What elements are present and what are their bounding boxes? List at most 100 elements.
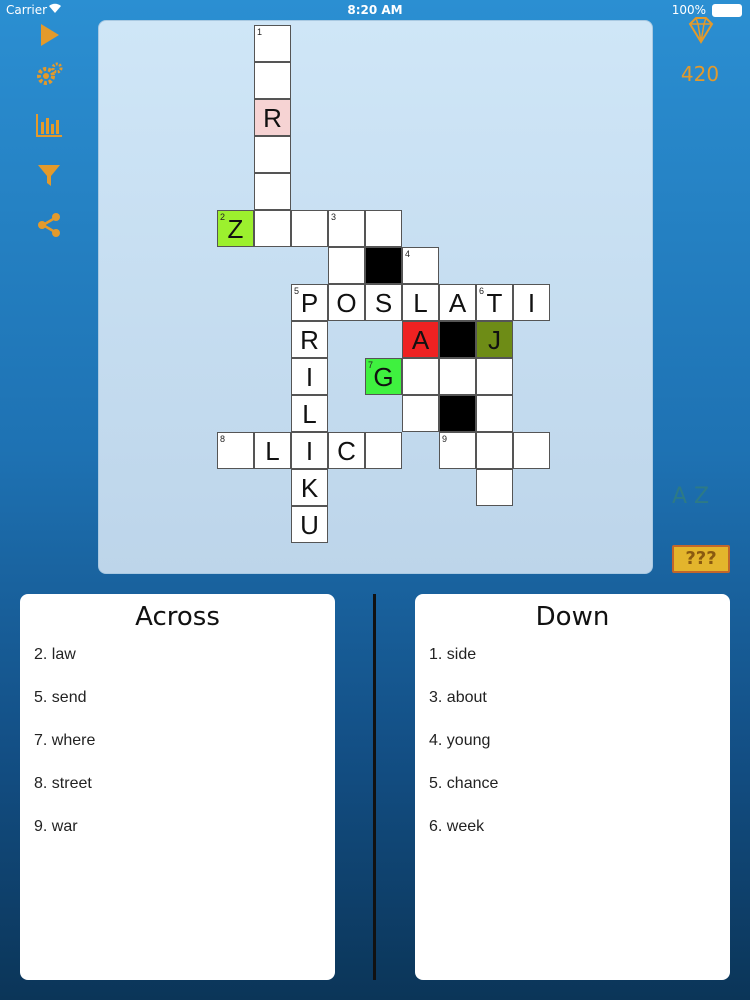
grid-cell[interactable]: S — [365, 284, 402, 321]
grid-cell[interactable] — [254, 210, 291, 247]
grid-cell[interactable]: 8 — [217, 432, 254, 469]
grid-cell[interactable]: L — [291, 395, 328, 432]
grid-cell[interactable]: A — [402, 321, 439, 358]
grid-cell[interactable]: J — [476, 321, 513, 358]
grid-cell[interactable]: R — [291, 321, 328, 358]
cell-letter: O — [336, 288, 357, 318]
down-clue[interactable]: 4. young — [429, 732, 730, 775]
diamond-icon — [684, 14, 718, 48]
cell-letter: Z — [227, 214, 244, 244]
panel-divider — [373, 594, 376, 980]
grid-cell[interactable]: 1 — [254, 25, 291, 62]
grid-cell[interactable]: U — [291, 506, 328, 543]
grid-cell[interactable]: 5P — [291, 284, 328, 321]
grid-cell[interactable] — [402, 395, 439, 432]
grid-cell[interactable] — [476, 358, 513, 395]
cell-letter: G — [373, 362, 394, 392]
clue-number: 2 — [220, 212, 226, 222]
clue-number: 8 — [220, 434, 226, 444]
down-clue[interactable]: 6. week — [429, 818, 730, 861]
down-title: Down — [535, 602, 610, 632]
cell-letter: A — [448, 288, 467, 318]
clue-number: 4 — [405, 249, 411, 259]
grid-cell[interactable] — [476, 395, 513, 432]
grid-cell[interactable] — [365, 210, 402, 247]
grid-cell[interactable] — [439, 358, 476, 395]
grid-cell[interactable] — [513, 432, 550, 469]
grid-cell[interactable]: 6T — [476, 284, 513, 321]
az-label: A Z — [672, 484, 710, 509]
grid-cell[interactable]: L — [254, 432, 291, 469]
cell-letter: J — [488, 325, 501, 355]
reveal-letter-button[interactable]: A Z — [672, 484, 732, 512]
grid-cell[interactable]: K — [291, 469, 328, 506]
play-button[interactable] — [34, 20, 64, 50]
cell-letter: I — [527, 288, 536, 318]
cell-letter: L — [302, 399, 317, 429]
filter-icon — [38, 165, 60, 186]
across-clue[interactable]: 2. law — [34, 646, 335, 689]
clue-number: 3 — [331, 212, 337, 222]
grid-cell[interactable]: I — [291, 358, 328, 395]
grid-cell[interactable]: 9 — [439, 432, 476, 469]
across-clue[interactable]: 5. send — [34, 689, 335, 732]
clue-number: 1 — [257, 27, 263, 37]
grid-cell[interactable]: 2Z — [217, 210, 254, 247]
cell-letter: T — [486, 288, 503, 318]
filter-button[interactable] — [34, 160, 64, 190]
grid-cell[interactable] — [328, 247, 365, 284]
share-icon — [38, 213, 60, 237]
cell-letter: R — [263, 103, 282, 133]
clue-number: 6 — [479, 286, 485, 296]
grid-cell[interactable] — [476, 469, 513, 506]
gears-icon — [37, 62, 63, 85]
across-clue[interactable]: 8. street — [34, 775, 335, 818]
across-clue[interactable]: 9. war — [34, 818, 335, 861]
crossword-board[interactable]: 1R2Z345POSLA6TIRAJI7GL8LIC9KU — [98, 20, 653, 574]
cell-letter: I — [305, 362, 314, 392]
bar-chart-icon — [36, 114, 62, 137]
stats-button[interactable] — [34, 110, 64, 140]
clue-number: 7 — [368, 360, 374, 370]
clue-number: 9 — [442, 434, 448, 444]
across-clue[interactable]: 7. where — [34, 732, 335, 775]
cell-letter: L — [413, 288, 428, 318]
across-panel: Across 2. law 5. send 7. where 8. street 9. … — [20, 594, 335, 980]
grid-cell[interactable] — [291, 210, 328, 247]
across-title: Across — [135, 602, 220, 632]
grid-cell[interactable] — [476, 432, 513, 469]
grid-cell[interactable]: A — [439, 284, 476, 321]
grid-cell[interactable]: R — [254, 99, 291, 136]
grid-cell[interactable]: O — [328, 284, 365, 321]
grid-cell[interactable]: I — [513, 284, 550, 321]
grid-cell — [365, 247, 402, 284]
grid-cell[interactable]: L — [402, 284, 439, 321]
grid-cell[interactable] — [254, 173, 291, 210]
grid-cell — [439, 321, 476, 358]
grid-cell[interactable]: 3 — [328, 210, 365, 247]
settings-button[interactable] — [34, 60, 64, 90]
down-clue[interactable]: 5. chance — [429, 775, 730, 818]
grid-cell[interactable]: I — [291, 432, 328, 469]
score-value: 420 — [680, 62, 720, 86]
grid-cell[interactable] — [402, 358, 439, 395]
cell-letter: P — [300, 288, 319, 318]
grid-cell[interactable]: 4 — [402, 247, 439, 284]
grid-cell[interactable] — [365, 432, 402, 469]
play-icon — [41, 24, 59, 46]
cell-letter: R — [300, 325, 319, 355]
status-time: 8:20 AM — [347, 3, 403, 17]
cell-letter: K — [300, 473, 319, 503]
grid-cell[interactable]: 7G — [365, 358, 402, 395]
cell-letter: I — [305, 436, 314, 466]
grid-cell[interactable] — [254, 62, 291, 99]
down-clue[interactable]: 3. about — [429, 689, 730, 732]
cell-letter: S — [374, 288, 393, 318]
share-button[interactable] — [34, 210, 64, 240]
down-clue[interactable]: 1. side — [429, 646, 730, 689]
grid-cell[interactable] — [254, 136, 291, 173]
grid-cell — [439, 395, 476, 432]
grid-cell[interactable]: C — [328, 432, 365, 469]
down-clue-list: 1. side 3. about 4. young 5. chance 6. week — [415, 646, 730, 861]
hint-button[interactable]: ??? — [672, 545, 730, 573]
